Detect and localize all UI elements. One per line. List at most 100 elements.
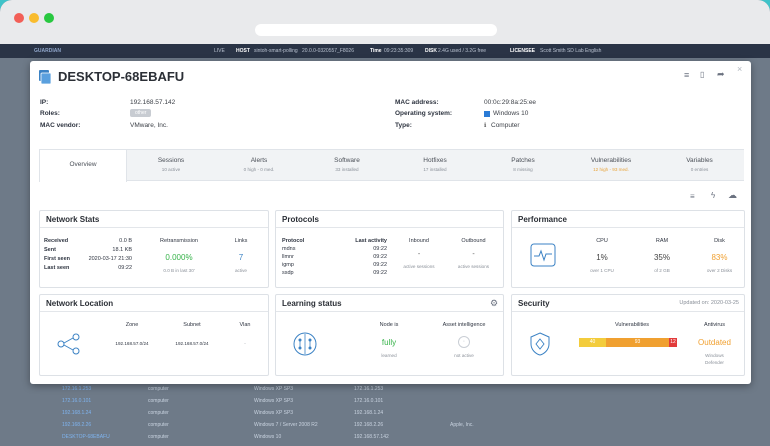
row-ip2: 172.16.0.101 <box>354 398 384 404</box>
tab-alerts[interactable]: Alerts 0 high - 0 med. <box>215 150 303 181</box>
gear-icon[interactable]: ⚙ <box>490 298 498 309</box>
tab-sub: 0 high - 0 med. <box>243 167 275 172</box>
tab-variables[interactable]: Variables 0 entries <box>655 150 744 181</box>
panel-title: Protocols <box>282 215 319 224</box>
antivirus-value: Outdated <box>698 338 731 347</box>
bolt-icon[interactable]: ϟ <box>711 191 715 200</box>
row-os: Windows 10 <box>254 434 282 440</box>
row-ip[interactable]: 192.168.2.26 <box>62 422 91 428</box>
os-label: Operating system: <box>395 110 453 117</box>
protocol-last: 09:22 <box>373 262 387 268</box>
row-os: Windows 7 / Server 2008 R2 <box>254 422 318 428</box>
vlan-value: - <box>244 341 246 346</box>
antivirus-label: Antivirus <box>703 322 726 328</box>
details-tabs: Overview Sessions 10 active Alerts 0 hig… <box>39 149 744 182</box>
vlan-label: Vlan <box>239 322 251 328</box>
subnet-value: 192.168.57.0/24 <box>175 341 209 346</box>
row-ip[interactable]: 192.168.1.24 <box>62 410 91 416</box>
tab-vulnerabilities[interactable]: Vulnerabilities 12 high - 93 med. <box>567 150 655 181</box>
tab-label: Vulnerabilities <box>590 157 632 164</box>
protocol-last: 09:22 <box>373 270 387 276</box>
subnet-label: Subnet <box>183 322 201 328</box>
language-selector[interactable]: English <box>585 48 601 54</box>
browser-window: GUARDIAN LIVE HOST sintoh-smart-polling … <box>0 0 770 446</box>
row-ip[interactable]: 172.16.1.253 <box>62 386 91 392</box>
mac-vendor-label: MAC vendor: <box>40 122 81 129</box>
document-icon[interactable]: ▯ <box>700 70 704 79</box>
zone-label: Zone <box>125 322 139 328</box>
asset-details-modal: DESKTOP-68EBAFU ≡ ▯ ➦ × IP: 192.168.57.1… <box>30 61 751 384</box>
address-bar[interactable] <box>255 24 497 36</box>
tab-overview[interactable]: Overview <box>39 150 127 182</box>
performance-panel: Performance CPU 1% over 1 CPU RAM 35% of… <box>511 210 745 288</box>
vulnerabilities-bar[interactable]: 40 93 12 <box>579 338 677 347</box>
disabled-circle-icon: ◦ <box>458 336 470 348</box>
tab-label: Overview <box>69 161 97 168</box>
vuln-low-segment: 40 <box>579 338 606 347</box>
disk-label: DISK <box>425 48 437 54</box>
filter-icon[interactable]: ≡ <box>690 192 695 201</box>
share-icon[interactable]: ➦ <box>717 69 725 80</box>
settings-sliders-icon[interactable]: ≡ <box>684 70 689 80</box>
row-os: Windows XP SP3 <box>254 398 294 404</box>
time-value: 09:23:35:309 <box>384 48 414 54</box>
computer-icon <box>39 70 52 85</box>
node-label: Node is <box>379 322 399 328</box>
cpu-label: CPU <box>596 238 608 244</box>
shield-icon <box>530 332 550 356</box>
first-seen-value: 2020-03-17 21:30 <box>88 256 132 262</box>
cloud-icon[interactable]: ☁ <box>728 190 737 201</box>
protocol-last: 09:22 <box>373 254 387 260</box>
row-os: Windows XP SP3 <box>254 410 294 416</box>
sent-value: 18.1 KB <box>112 247 132 253</box>
last-seen-label: Last seen <box>44 265 70 271</box>
zone-value: 192.168.57.0/24 <box>115 341 149 346</box>
page-title: DESKTOP-68EBAFU <box>58 69 185 84</box>
maximize-window-icon[interactable] <box>44 13 54 23</box>
licensee-value[interactable]: Scott Smith SD Lab <box>540 48 584 54</box>
row-ip[interactable]: 172.16.0.101 <box>62 398 91 404</box>
brand-label: GUARDIAN <box>34 48 61 54</box>
ip-label: IP: <box>40 99 49 106</box>
links-value[interactable]: 7 <box>220 253 262 262</box>
build-value: 20.0.0-0320557_F8026 <box>302 48 354 54</box>
disk-sub: over 2 Disks <box>706 268 733 273</box>
type-value: Computer <box>491 122 520 129</box>
row-ip2: 192.168.1.24 <box>354 410 384 416</box>
row-ip2: 172.16.1.253 <box>354 386 384 392</box>
tab-sessions[interactable]: Sessions 10 active <box>127 150 215 181</box>
tab-software[interactable]: Software 33 installed <box>303 150 391 181</box>
disk-value: 83% <box>711 253 728 262</box>
protocols-panel: Protocols Protocol Last activity Inbound… <box>275 210 504 288</box>
outbound-col-header: Outbound <box>461 238 486 244</box>
host-label: HOST <box>236 48 250 54</box>
outbound-value: - <box>472 251 475 258</box>
last-seen-value: 09:22 <box>118 265 132 271</box>
protocol-name: llmnr <box>282 254 294 260</box>
close-window-icon[interactable] <box>14 13 24 23</box>
row-ip[interactable]: DESKTOP-68EBAFU <box>62 434 110 440</box>
retransmission-sub: 0.0 B in last 30' <box>163 268 195 273</box>
tab-hotfixes[interactable]: Hotfixes 17 installed <box>391 150 479 181</box>
links-label: Links <box>234 238 248 244</box>
outbound-sub: active sessions <box>457 264 490 269</box>
row-vendor: Apple, Inc. <box>450 422 474 428</box>
row-os: Windows XP SP3 <box>254 386 294 392</box>
tab-sub: 8 missing <box>513 167 533 172</box>
ram-value: 35% <box>653 253 670 262</box>
tab-sub: 17 installed <box>423 167 447 172</box>
tab-label: Sessions <box>157 157 185 164</box>
vuln-med-segment: 93 <box>606 338 669 347</box>
tab-patches[interactable]: Patches 8 missing <box>479 150 567 181</box>
role-badge: other <box>130 109 152 117</box>
asset-intelligence-label: Asset intelligence <box>442 322 486 328</box>
time-label: Time <box>370 48 382 54</box>
panel-title: Performance <box>518 215 567 224</box>
close-icon[interactable]: × <box>737 64 742 74</box>
panel-title: Learning status <box>282 299 342 308</box>
inbound-value: - <box>417 251 421 258</box>
minimize-window-icon[interactable] <box>29 13 39 23</box>
network-stats-panel: Network Stats Received 0.0 B Sent 18.1 K… <box>39 210 269 288</box>
row-ip2: 192.168.57.142 <box>354 434 389 440</box>
asset-intelligence-sub: not active <box>454 353 474 358</box>
